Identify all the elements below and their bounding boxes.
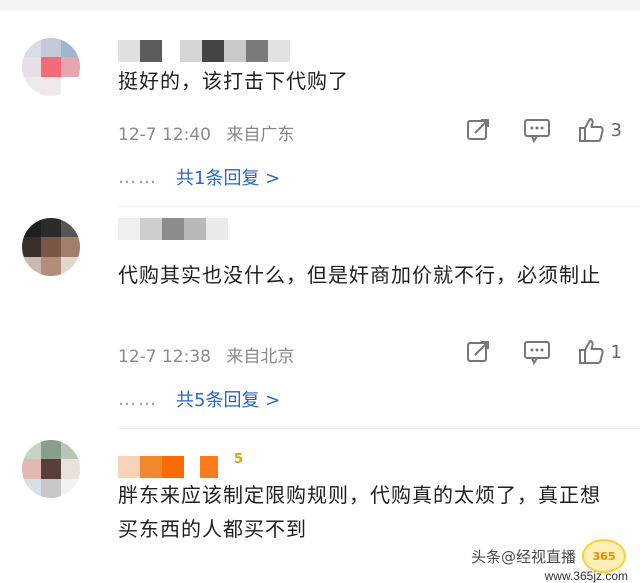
username-blurred[interactable] <box>118 40 290 62</box>
comment-time: 12-7 12:40 <box>118 125 211 145</box>
comment-icon <box>523 341 550 365</box>
like-button[interactable]: 3 <box>577 116 622 144</box>
comment-divider <box>118 428 640 429</box>
comment-actions: 3 <box>465 116 622 144</box>
comment-divider <box>118 206 640 207</box>
like-count: 1 <box>610 341 622 363</box>
watermark: 头条@经视直播 365 <box>471 539 626 573</box>
comment-actions: 1 <box>465 338 622 366</box>
username-blurred[interactable] <box>118 456 218 478</box>
like-count: 3 <box>610 119 622 141</box>
comment-icon <box>523 119 550 143</box>
comment-meta: 12-7 12:40 来自广东 <box>118 120 304 145</box>
view-replies-link[interactable]: …… 共5条回复 > <box>118 386 280 412</box>
comment-text: 胖东来应该制定限购规则，代购真的太烦了，真正想买东西的人都买不到 <box>118 483 601 541</box>
share-icon <box>466 341 489 362</box>
comment-meta: 12-7 12:38 来自北京 <box>118 342 304 367</box>
user-level-badge: 5 <box>234 452 244 467</box>
avatar[interactable] <box>22 440 80 498</box>
reply-count-label: 共1条回复 > <box>176 168 281 189</box>
comment-button[interactable] <box>523 117 551 143</box>
avatar[interactable] <box>22 218 80 276</box>
top-separator <box>0 0 640 10</box>
comment-button[interactable] <box>523 339 551 365</box>
username-blurred[interactable] <box>118 218 228 240</box>
thumb-up-icon <box>578 340 604 364</box>
watermark-url: www.365jz.com <box>544 569 628 583</box>
comment-time: 12-7 12:38 <box>118 347 211 367</box>
reply-dots: …… <box>118 388 158 410</box>
comment-text: 挺好的，该打击下代购了 <box>118 69 349 93</box>
thumb-up-icon <box>578 118 604 142</box>
avatar[interactable] <box>22 38 80 96</box>
comment-location: 来自广东 <box>226 125 295 145</box>
reply-dots: …… <box>118 166 158 188</box>
comment-text: 代购其实也没什么，但是奸商加价就不行，必须制止 <box>118 263 601 287</box>
share-button[interactable] <box>465 339 491 365</box>
view-replies-link[interactable]: …… 共1条回复 > <box>118 164 280 190</box>
share-button[interactable] <box>465 117 491 143</box>
reply-count-label: 共5条回复 > <box>176 390 281 411</box>
site-logo: 365 <box>582 539 626 573</box>
share-icon <box>466 119 489 140</box>
watermark-text: 头条@经视直播 <box>470 547 576 566</box>
comment-location: 来自北京 <box>226 347 295 367</box>
like-button[interactable]: 1 <box>577 338 622 366</box>
